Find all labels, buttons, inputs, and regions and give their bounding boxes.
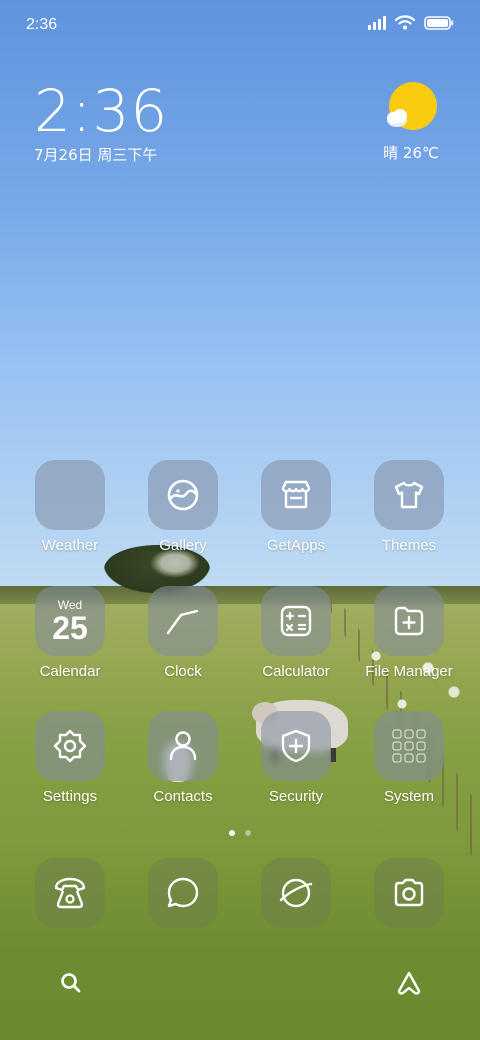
app-label: Themes xyxy=(381,537,437,554)
app-file-manager[interactable]: File Manager xyxy=(359,586,459,680)
battery-icon xyxy=(424,15,454,30)
app-clock[interactable]: Clock xyxy=(133,586,233,680)
dock-camera[interactable] xyxy=(359,858,459,928)
person-icon xyxy=(148,711,218,781)
dock-phone[interactable] xyxy=(20,858,120,928)
tshirt-icon xyxy=(374,460,444,530)
app-label: Clock xyxy=(164,663,202,680)
app-weather[interactable]: Weather xyxy=(20,460,120,554)
widget-time: 2:36 xyxy=(34,77,169,145)
app-themes[interactable]: Themes xyxy=(359,460,459,554)
app-getapps[interactable]: GetApps xyxy=(246,460,346,554)
wifi-icon xyxy=(395,15,415,30)
dock-messages[interactable] xyxy=(133,858,233,928)
app-label: Calculator xyxy=(262,663,330,680)
home-screen: 2:36 2:36 7月26日 周三下午 晴 26℃ Weather Galle… xyxy=(0,0,480,1040)
app-calculator[interactable]: Calculator xyxy=(246,586,346,680)
status-bar: 2:36 xyxy=(0,0,480,50)
page-dot[interactable] xyxy=(245,830,251,836)
calendar-icon: Wed 25 xyxy=(35,586,105,656)
weather-icon xyxy=(35,460,105,530)
app-label: Weather xyxy=(41,537,99,554)
calendar-date: 25 xyxy=(52,610,88,646)
clock-icon xyxy=(148,586,218,656)
app-label: File Manager xyxy=(365,663,453,680)
app-label: Settings xyxy=(42,788,98,805)
sunny-cloud-icon xyxy=(385,82,437,134)
app-calendar[interactable]: Wed 25 Calendar xyxy=(20,586,120,680)
clock-widget[interactable]: 2:36 7月26日 周三下午 xyxy=(34,80,168,165)
weather-text: 晴 26℃ xyxy=(383,144,439,162)
folder-grid-icon xyxy=(374,711,444,781)
app-label: Security xyxy=(268,788,324,805)
folder-icon xyxy=(374,586,444,656)
gear-icon xyxy=(35,711,105,781)
message-icon xyxy=(148,858,218,928)
app-security[interactable]: Security xyxy=(246,711,346,805)
app-system-folder[interactable]: System xyxy=(359,711,459,805)
camera-icon xyxy=(374,858,444,928)
shield-icon xyxy=(261,711,331,781)
app-label: System xyxy=(383,788,434,805)
app-label: Contacts xyxy=(153,788,213,805)
search-icon[interactable] xyxy=(56,968,86,998)
weather-widget[interactable]: 晴 26℃ xyxy=(376,82,446,163)
calculator-icon xyxy=(261,586,331,656)
page-indicator xyxy=(0,830,480,836)
gallery-icon xyxy=(148,460,218,530)
app-settings[interactable]: Settings xyxy=(20,711,120,805)
status-icons xyxy=(368,15,454,30)
app-label: GetApps xyxy=(266,537,326,554)
app-contacts[interactable]: Contacts xyxy=(133,711,233,805)
dock-browser[interactable] xyxy=(246,858,346,928)
store-icon xyxy=(261,460,331,530)
browser-icon xyxy=(261,858,331,928)
widget-date: 7月26日 周三下午 xyxy=(34,146,158,164)
assistant-icon[interactable] xyxy=(394,968,424,998)
phone-icon xyxy=(35,858,105,928)
signal-icon xyxy=(368,15,386,30)
app-label: Gallery xyxy=(159,537,207,554)
app-label: Calendar xyxy=(39,663,101,680)
status-time: 2:36 xyxy=(26,16,58,33)
app-gallery[interactable]: Gallery xyxy=(133,460,233,554)
page-dot-active[interactable] xyxy=(229,830,235,836)
